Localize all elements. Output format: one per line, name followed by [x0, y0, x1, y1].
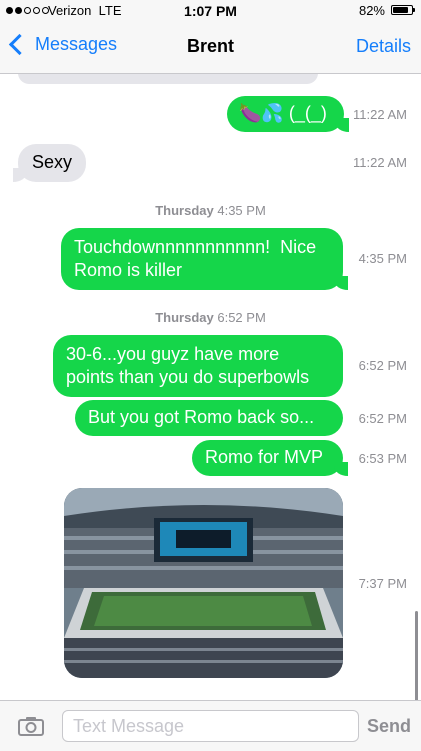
photo-message[interactable] [64, 488, 343, 678]
scroll-indicator[interactable] [415, 611, 418, 700]
message-text-line: Romo is killer [74, 260, 183, 280]
message-time: 11:22 AM [353, 107, 407, 122]
details-button[interactable]: Details [356, 36, 411, 57]
day-header: Thursday 4:35 PM [155, 203, 266, 218]
status-bar: Verizon LTE 1:07 PM 82% [0, 0, 421, 22]
message-text: 🍆💦 (_(_) [239, 103, 327, 123]
top-bar: Verizon LTE 1:07 PM 82% Messages Brent D… [0, 0, 421, 74]
message-text-line: points than you do superbowls [66, 367, 310, 387]
day-header: Thursday 6:52 PM [155, 310, 266, 325]
message-text: Sexy [32, 152, 73, 172]
message-text: Romo for MVP [205, 447, 324, 467]
message-bubble-outgoing[interactable]: Touchdownnnnnnnnnnn! Nice Romo is killer [61, 228, 348, 290]
message-bubble-outgoing[interactable]: But you got Romo back so... [75, 400, 343, 436]
message-text-line: Touchdownnnnnnnnnnn! Nice [74, 237, 317, 257]
battery-percent: 82% [358, 3, 385, 18]
message-bubble-outgoing[interactable]: 30-6...you guyz have more points than yo… [53, 335, 343, 397]
message-time: 4:35 PM [358, 251, 407, 266]
message-text: But you got Romo back so... [88, 407, 315, 427]
message-time: 6:52 PM [358, 358, 407, 373]
compose-bar: Send [0, 700, 421, 751]
message-time: 7:37 PM [358, 576, 407, 591]
message-bubble-outgoing[interactable]: Romo for MVP [192, 440, 348, 476]
send-button[interactable]: Send [367, 716, 411, 737]
navigation-bar: Messages Brent Details [0, 22, 421, 72]
message-bubble-incoming-partial [18, 74, 318, 84]
message-input[interactable] [62, 710, 359, 742]
battery-icon [391, 5, 415, 15]
camera-icon[interactable] [18, 716, 44, 736]
message-text-line: 30-6...you guyz have more [66, 344, 280, 364]
stadium-photo [64, 488, 343, 678]
message-bubble-incoming[interactable]: Sexy [13, 144, 86, 182]
message-time: 11:22 AM [353, 155, 407, 170]
message-list[interactable]: 🍆💦 (_(_) 11:22 AM Sexy 11:22 AM Thursday… [0, 74, 421, 700]
message-bubble-outgoing[interactable]: 🍆💦 (_(_) [227, 96, 349, 132]
message-time: 6:53 PM [358, 451, 407, 466]
status-time: 1:07 PM [184, 3, 237, 19]
message-time: 6:52 PM [358, 411, 407, 426]
